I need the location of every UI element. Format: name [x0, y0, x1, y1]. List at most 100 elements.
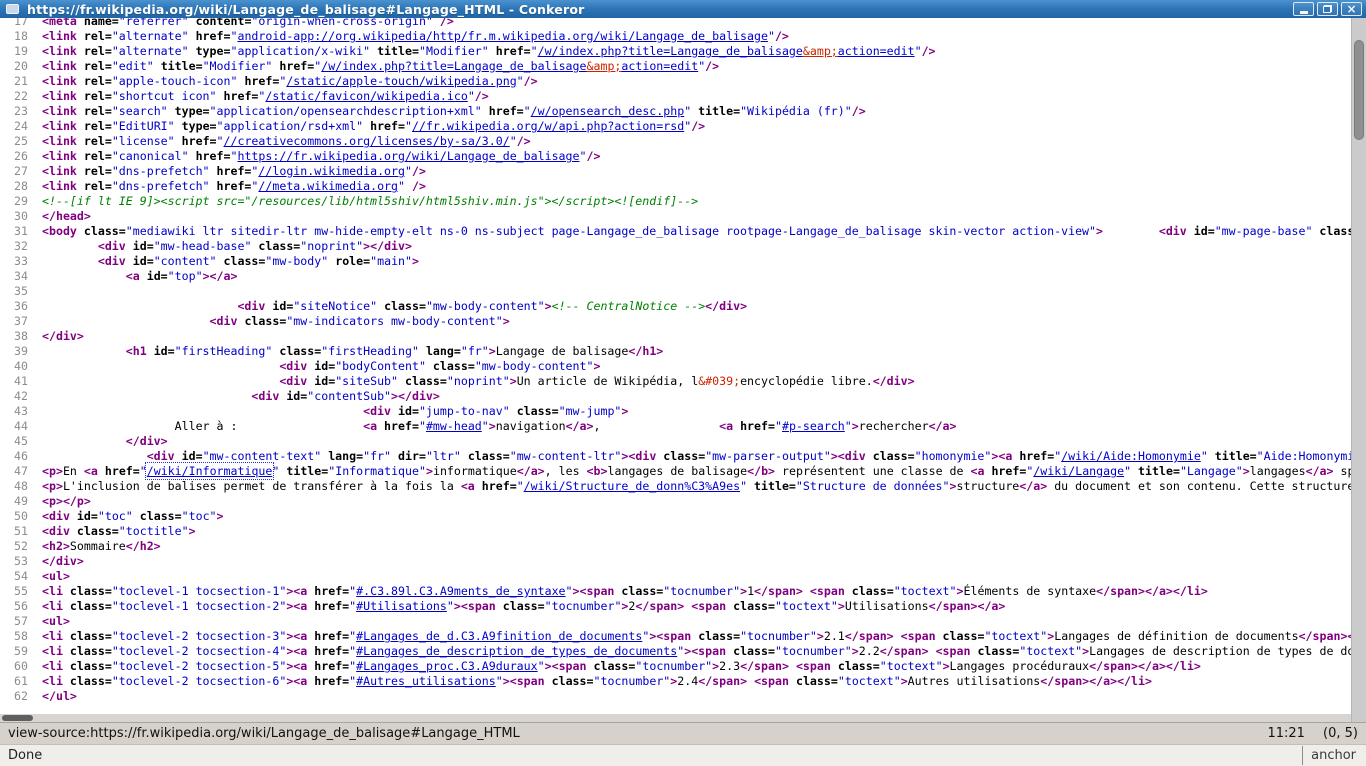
source-hyperlink[interactable]: action=edit — [621, 59, 698, 73]
source-token: " — [915, 44, 922, 58]
source-hyperlink[interactable]: //meta.wikimedia.org — [258, 179, 398, 193]
line-number: 55 — [0, 584, 28, 599]
source-token: "origin-when-cross-origin" — [251, 18, 439, 28]
source-token: <div — [363, 404, 398, 418]
source-token: "toclevel-2 tocsection-4" — [112, 644, 287, 658]
minimize-button[interactable] — [1293, 2, 1314, 16]
source-token: > — [817, 629, 824, 643]
line-number: 47 — [0, 464, 28, 479]
source-token: /> — [775, 29, 789, 43]
window-titlebar[interactable]: https://fr.wikipedia.org/wiki/Langage_de… — [0, 0, 1366, 18]
source-hyperlink[interactable]: //creativecommons.org/licenses/by-sa/3.0… — [224, 134, 510, 148]
source-token: "top" — [168, 269, 203, 283]
source-token: href= — [314, 659, 349, 673]
window-controls: × — [1293, 2, 1362, 16]
source-token — [803, 584, 810, 598]
source-token: <a — [363, 419, 384, 433]
restore-button[interactable] — [1317, 2, 1338, 16]
vertical-scrollbar-thumb[interactable] — [1354, 40, 1364, 140]
source-token: href= — [196, 29, 231, 43]
source-token: </span> — [740, 659, 789, 673]
source-token: Autres utilisations — [908, 674, 1041, 688]
source-hyperlink[interactable]: #p-search — [782, 419, 845, 433]
source-token: " — [510, 134, 517, 148]
source-hyperlink[interactable]: &amp; — [803, 44, 838, 58]
source-token: id= — [154, 344, 175, 358]
source-token: "alternate" — [112, 44, 196, 58]
close-button[interactable]: × — [1341, 2, 1362, 16]
source-token: "mw-head-base" — [154, 239, 259, 253]
line-number: 33 — [0, 254, 28, 269]
source-token: </span> — [698, 674, 747, 688]
source-token: lang= — [426, 344, 461, 358]
source-token: <span — [810, 584, 852, 598]
line-number: 46 — [0, 449, 28, 464]
source-hyperlink[interactable]: /static/apple-touch/wikipedia.png — [286, 74, 516, 88]
source-token: class= — [593, 659, 635, 673]
source-token: > — [217, 509, 224, 523]
modeline-clock: 11:21 — [1267, 726, 1304, 741]
horizontal-scrollbar-thumb[interactable] — [2, 715, 33, 721]
source-token — [894, 629, 901, 643]
source-hyperlink[interactable]: /w/index.php?title=Langage_de_balisage — [321, 59, 586, 73]
source-token: class= — [70, 599, 112, 613]
source-hyperlink[interactable]: /wiki/Aide:Homonymie — [1061, 449, 1201, 463]
source-token: lang= — [328, 449, 363, 463]
source-hyperlink[interactable]: #Langages_de_d.C3.A9finition_de_document… — [356, 629, 642, 643]
source-hyperlink[interactable]: #Langages_proc.C3.A9duraux — [356, 659, 537, 673]
source-token: href= — [182, 134, 217, 148]
source-hyperlink[interactable]: https://fr.wikipedia.org/wiki/Langage_de… — [237, 149, 579, 163]
source-hyperlink[interactable]: /wiki/Informatique — [147, 464, 273, 478]
source-token: class= — [433, 359, 475, 373]
horizontal-scrollbar[interactable] — [0, 714, 1351, 722]
source-hyperlink[interactable]: #mw-head — [426, 419, 482, 433]
source-hyperlink[interactable]: #Autres_utilisations — [356, 674, 496, 688]
source-token: ><span — [649, 629, 698, 643]
line-number: 45 — [0, 434, 28, 449]
line-number: 29 — [0, 194, 28, 209]
source-hyperlink[interactable]: &amp; — [587, 59, 622, 73]
source-hyperlink[interactable]: /wiki/Langage — [1033, 464, 1124, 478]
source-token: <div — [98, 239, 133, 253]
source-token: " — [272, 464, 286, 478]
source-token: <b> — [587, 464, 608, 478]
source-view[interactable]: 17<meta name="referrer" content="origin-… — [0, 18, 1351, 722]
source-token: <a — [461, 479, 482, 493]
source-token: /> — [517, 134, 531, 148]
source-hyperlink[interactable]: /w/opensearch_desc.php — [531, 104, 685, 118]
source-token: rechercher — [859, 419, 929, 433]
source-token: "mw-parser-output" — [705, 449, 831, 463]
source-token: > — [838, 599, 845, 613]
source-hyperlink[interactable]: /static/favicon/wikipedia.ico — [265, 89, 467, 103]
source-token: href= — [314, 599, 349, 613]
source-token: L'inclusion de balises permet de transfé… — [63, 479, 461, 493]
source-hyperlink[interactable]: android-app://org.wikipedia/http/fr.m.wi… — [237, 29, 767, 43]
vertical-scrollbar[interactable] — [1351, 18, 1366, 722]
source-line: 30</head> — [0, 209, 1351, 224]
source-hyperlink[interactable]: #Utilisations — [356, 599, 447, 613]
source-token: 2.3 — [719, 659, 740, 673]
source-hyperlink[interactable]: action=edit — [838, 44, 915, 58]
source-hyperlink[interactable]: /wiki/Structure_de_donn%C3%A9es — [524, 479, 740, 493]
source-hyperlink[interactable]: /w/index.php?title=Langage_de_balisage — [538, 44, 803, 58]
source-token: type= — [182, 119, 217, 133]
source-line: 44 Aller à : <a href="#mw-head">navigati… — [0, 419, 1351, 434]
source-token: <p> — [42, 464, 63, 478]
source-hyperlink[interactable]: //login.wikimedia.org — [258, 164, 405, 178]
source-token: "tocnumber" — [775, 644, 852, 658]
source-hyperlink[interactable]: #.C3.89l.C3.A9ments_de_syntaxe — [356, 584, 565, 598]
source-line: 34 <a id="top"></a> — [0, 269, 1351, 284]
source-hyperlink[interactable]: #Langages_de_description_de_types_de_doc… — [356, 644, 677, 658]
source-token: class= — [77, 524, 119, 538]
source-token: id= — [272, 299, 293, 313]
minibuffer[interactable]: Done anchor — [0, 744, 1366, 766]
source-token: "Modifier" — [419, 44, 496, 58]
source-hyperlink[interactable]: //fr.wikipedia.org/w/api.php?action=rsd — [412, 119, 684, 133]
source-token — [929, 644, 936, 658]
line-number: 43 — [0, 404, 28, 419]
source-token: class= — [405, 374, 447, 388]
source-token: <p></p> — [42, 494, 91, 508]
source-token: <ul> — [42, 614, 70, 628]
source-token: href= — [482, 479, 517, 493]
source-token: rel= — [84, 59, 112, 73]
